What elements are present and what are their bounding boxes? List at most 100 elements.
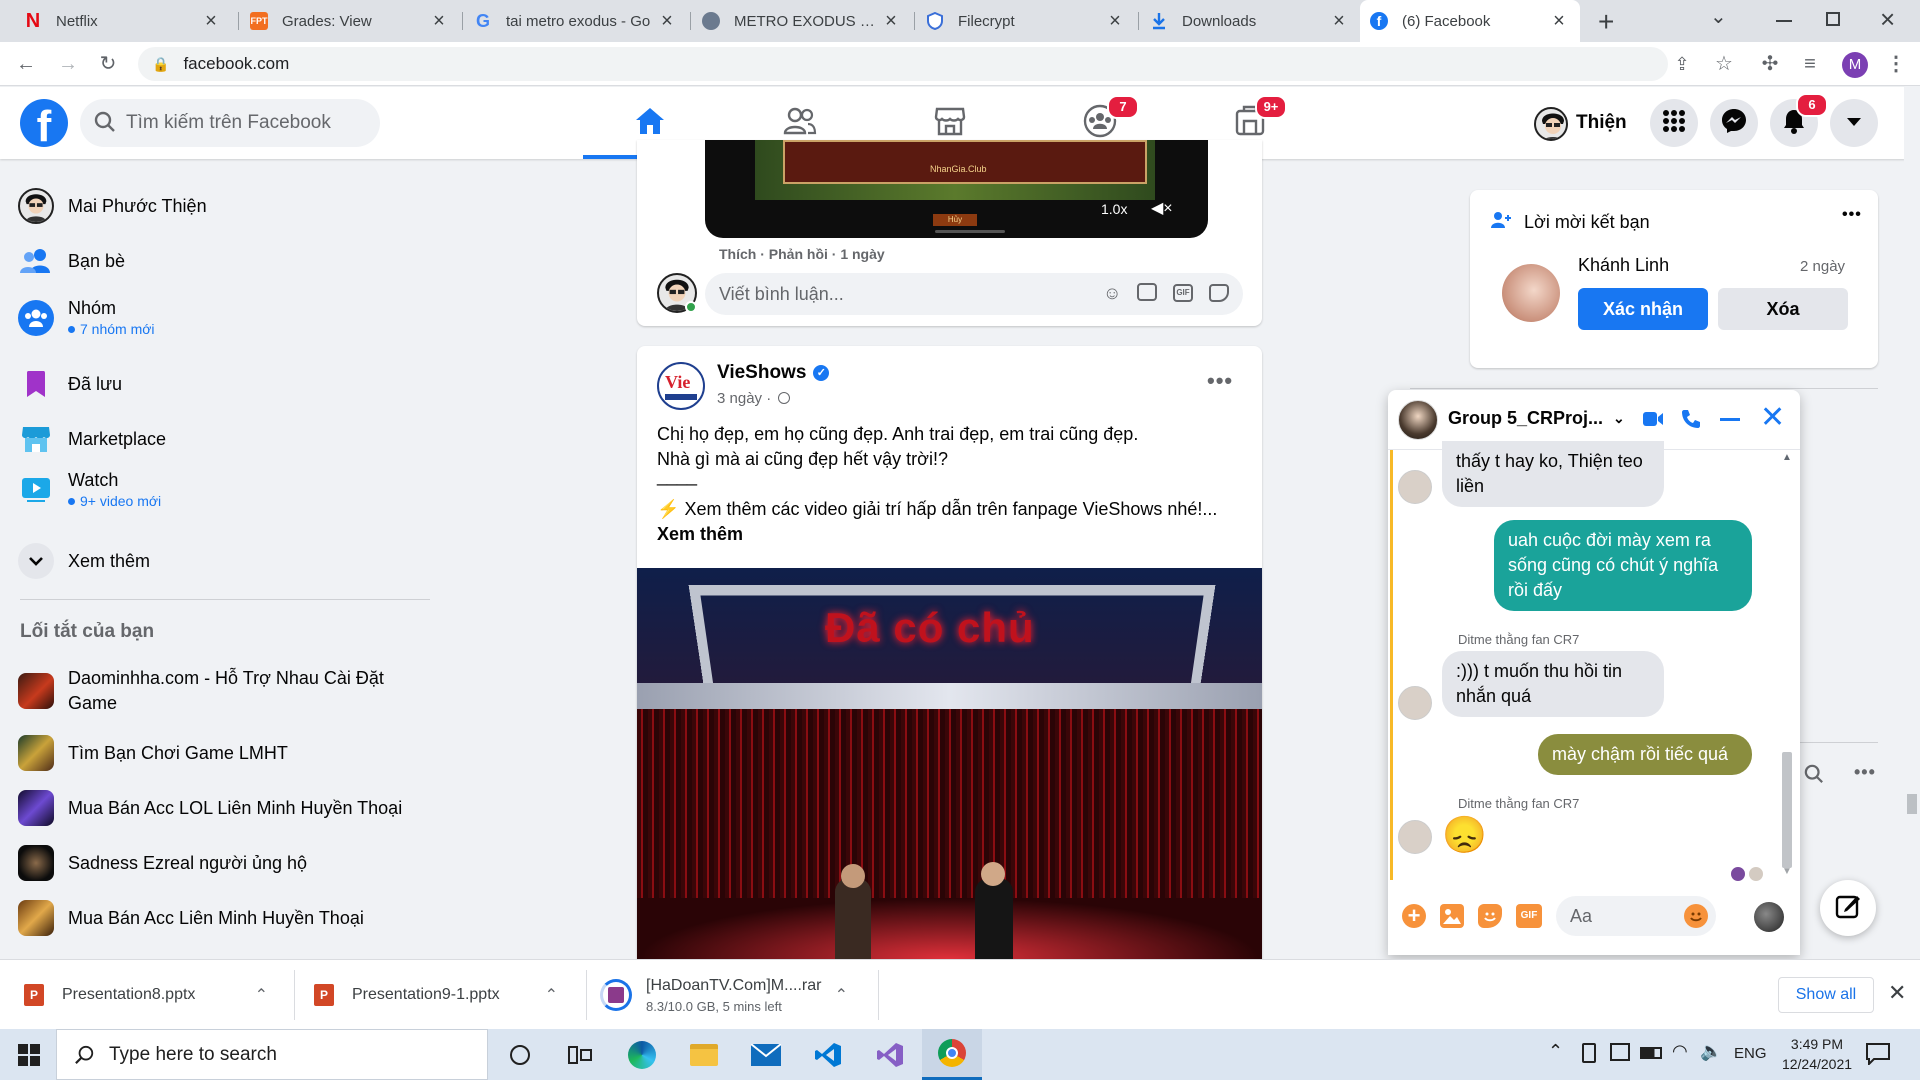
facebook-search-input[interactable]: Tìm kiếm trên Facebook: [80, 99, 380, 147]
close-icon[interactable]: ×: [880, 10, 902, 33]
see-more-link[interactable]: Xem thêm: [657, 522, 1242, 547]
minimize-chat-icon[interactable]: [1720, 418, 1740, 421]
notifications-button[interactable]: 6: [1770, 93, 1828, 147]
post-time[interactable]: 3 ngày ·: [717, 390, 791, 407]
cortana-icon[interactable]: [490, 1029, 550, 1080]
close-icon[interactable]: ×: [428, 10, 450, 33]
gif-icon[interactable]: GIF: [1173, 284, 1193, 302]
taskbar-search[interactable]: Type here to search: [56, 1029, 488, 1080]
shortcut-item[interactable]: Mua Bán Acc LOL Liên Minh Huyền Thoại: [18, 790, 402, 826]
menu-button[interactable]: [1650, 99, 1698, 147]
download-item[interactable]: P Presentation8.pptx ⌃: [24, 960, 280, 1030]
chevron-up-icon[interactable]: ⌃: [545, 985, 558, 1005]
scrollbar-thumb[interactable]: [1907, 794, 1917, 814]
windows-start-icon[interactable]: [18, 1044, 40, 1071]
avatar[interactable]: [1502, 264, 1560, 322]
forward-arrow-icon[interactable]: →: [56, 52, 80, 76]
language-indicator[interactable]: ENG: [1734, 1045, 1767, 1062]
menu-kebab-icon[interactable]: ⋮: [1884, 52, 1908, 76]
camera-icon[interactable]: [1137, 283, 1157, 301]
close-downloads-icon[interactable]: ✕: [1888, 980, 1906, 1006]
back-arrow-icon[interactable]: ←: [14, 52, 38, 76]
tab-facebook[interactable]: f (6) Facebook ×: [1360, 0, 1580, 42]
page-scrollbar[interactable]: [1904, 87, 1920, 959]
profile-shortcut[interactable]: Thiện: [1528, 101, 1639, 145]
restore-button[interactable]: [1826, 12, 1840, 26]
device-icon[interactable]: [1582, 1043, 1596, 1063]
scrollbar-thumb[interactable]: [1782, 752, 1792, 868]
download-item[interactable]: P Presentation9-1.pptx ⌃: [314, 960, 570, 1030]
extensions-icon[interactable]: ✣: [1758, 52, 1782, 76]
reload-icon[interactable]: ↻: [96, 52, 120, 76]
sidebar-item-see-more[interactable]: Xem thêm: [18, 543, 150, 579]
chevron-up-icon[interactable]: ⌃: [1548, 1041, 1563, 1062]
file-explorer-icon[interactable]: [674, 1029, 734, 1080]
close-chat-icon[interactable]: ✕: [1760, 403, 1785, 433]
new-message-button[interactable]: [1820, 880, 1876, 936]
battery-icon[interactable]: [1640, 1047, 1662, 1059]
clock[interactable]: 3:49 PM 12/24/2021: [1772, 1034, 1862, 1074]
sidebar-item-groups[interactable]: Nhóm 7 nhóm mới: [18, 298, 155, 337]
message-input[interactable]: Aa: [1556, 896, 1716, 936]
shortcut-item[interactable]: Mua Bán Acc Liên Minh Huyền Thoại: [18, 900, 364, 936]
group-avatar[interactable]: [1398, 400, 1438, 440]
message-bubble-in[interactable]: thấy t hay ko, Thiện teo liền: [1442, 441, 1664, 507]
tab-metro-exodus[interactable]: METRO EXODUS ENH ×: [692, 0, 912, 42]
tab-grades[interactable]: FPT Grades: View ×: [240, 0, 460, 42]
plus-icon[interactable]: +: [1402, 904, 1426, 928]
tab-google-search[interactable]: G tai metro exodus - Go ×: [464, 0, 688, 42]
friend-requests-more-icon[interactable]: •••: [1842, 206, 1862, 224]
tab-search-icon[interactable]: ⌄: [1710, 4, 1727, 29]
chat-scrollbar[interactable]: ▲ ▼: [1780, 452, 1794, 880]
task-view-icon[interactable]: [550, 1029, 610, 1080]
photo-icon[interactable]: [1440, 904, 1464, 928]
facebook-logo-icon[interactable]: f: [20, 99, 68, 147]
message-bubble-out[interactable]: uah cuộc đời mày xem ra sống cũng có chú…: [1494, 520, 1752, 611]
window-close-button[interactable]: ×: [1880, 4, 1895, 35]
chrome-icon[interactable]: [922, 1029, 982, 1080]
tab-downloads[interactable]: Downloads ×: [1140, 0, 1360, 42]
address-bar[interactable]: 🔒 facebook.com: [138, 47, 1668, 81]
post-more-icon[interactable]: •••: [1207, 368, 1233, 394]
tab-netflix[interactable]: N Netflix ×: [14, 0, 232, 42]
close-icon[interactable]: ×: [1548, 10, 1570, 33]
scroll-up-icon[interactable]: ▲: [1782, 452, 1792, 463]
profile-avatar[interactable]: M: [1842, 52, 1868, 78]
message-bubble-in[interactable]: :))) t muốn thu hồi tin nhắn quá: [1442, 651, 1664, 717]
sidebar-item-marketplace[interactable]: Marketplace: [18, 421, 166, 457]
quick-reaction-icon[interactable]: [1754, 902, 1784, 932]
close-icon[interactable]: ×: [656, 10, 678, 33]
download-item-active[interactable]: [HaDoanTV.Com]M....rar 8.3/10.0 GB, 5 mi…: [600, 960, 860, 1030]
comment-input[interactable]: Viết bình luận... ☺ GIF: [705, 273, 1243, 315]
screen-icon[interactable]: [1610, 1043, 1630, 1061]
visual-studio-icon[interactable]: [860, 1029, 920, 1080]
video-progress[interactable]: [935, 230, 1005, 233]
sticker-icon[interactable]: [1478, 904, 1502, 928]
mail-icon[interactable]: [736, 1029, 796, 1080]
close-icon[interactable]: ×: [200, 10, 222, 33]
emoji-icon[interactable]: [1684, 904, 1708, 928]
shortcut-item[interactable]: Sadness Ezreal người ủng hộ: [18, 845, 307, 881]
action-center-icon[interactable]: [1866, 1043, 1890, 1070]
page-avatar[interactable]: Vie: [657, 362, 705, 410]
delete-button[interactable]: Xóa: [1718, 288, 1848, 330]
emoji-icon[interactable]: ☺: [1103, 283, 1121, 304]
volume-icon[interactable]: 🔈: [1700, 1041, 1722, 1062]
comment-video[interactable]: NhanGia.Club Hủy 1.0x ◀×: [705, 140, 1208, 238]
show-all-button[interactable]: Show all: [1778, 977, 1874, 1013]
new-tab-button[interactable]: +: [1598, 6, 1614, 38]
account-button[interactable]: [1830, 99, 1878, 147]
emoji-message[interactable]: 😞: [1442, 812, 1487, 858]
contacts-more-icon[interactable]: •••: [1854, 762, 1876, 783]
sidebar-item-profile[interactable]: Mai Phước Thiện: [18, 188, 207, 224]
wifi-icon[interactable]: ◠: [1672, 1041, 1688, 1062]
mute-icon[interactable]: ◀×: [1151, 198, 1173, 218]
bookmark-star-icon[interactable]: ☆: [1712, 52, 1736, 76]
chevron-up-icon[interactable]: ⌃: [255, 985, 268, 1005]
confirm-button[interactable]: Xác nhận: [1578, 288, 1708, 330]
request-name[interactable]: Khánh Linh: [1578, 255, 1669, 276]
share-icon[interactable]: ⇪: [1670, 52, 1694, 76]
messenger-button[interactable]: [1710, 99, 1758, 147]
message-bubble-out[interactable]: mày chậm rồi tiếc quá: [1538, 734, 1752, 775]
sidebar-item-watch[interactable]: Watch 9+ video mới: [18, 470, 161, 509]
